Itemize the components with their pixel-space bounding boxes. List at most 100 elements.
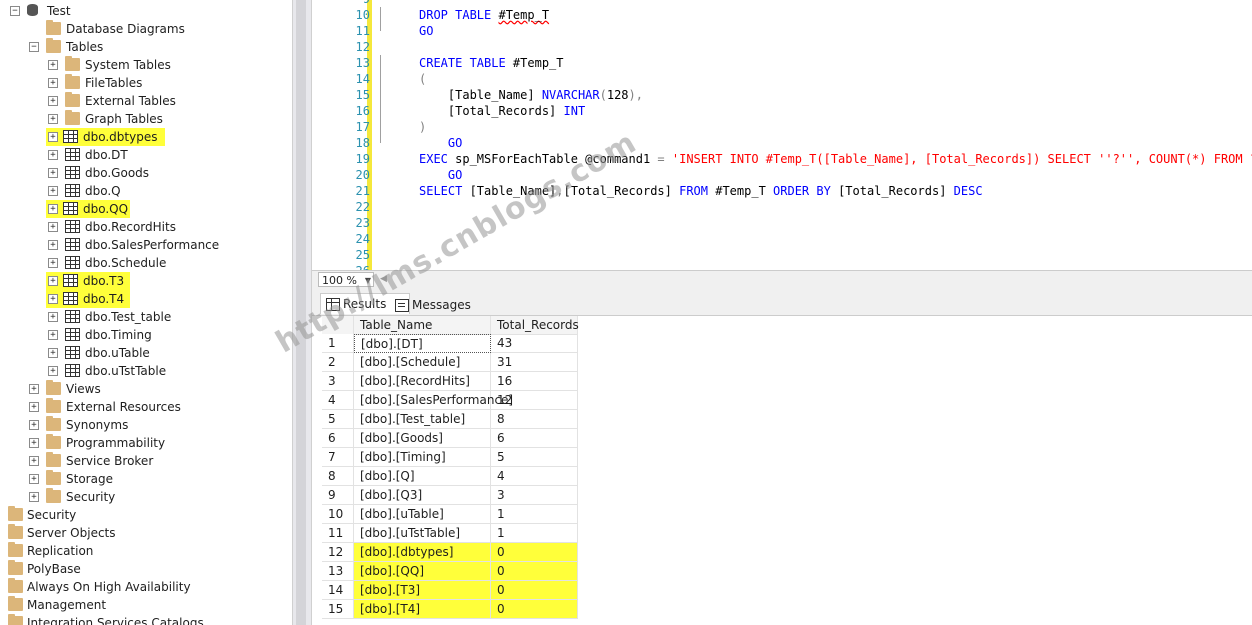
expand-icon[interactable]: +	[48, 78, 58, 88]
cell-table-name[interactable]: [dbo].[T3]	[354, 581, 491, 600]
cell-table-name[interactable]: [dbo].[Goods]	[354, 429, 491, 448]
tree-node-label: Security	[27, 508, 77, 522]
cell-table-name[interactable]: [dbo].[QQ]	[354, 562, 491, 581]
code-token: [Total_Records]	[563, 184, 680, 198]
expand-icon[interactable]: +	[48, 330, 58, 340]
expand-icon[interactable]: +	[48, 348, 58, 358]
cell-table-name[interactable]: [dbo].[Test_table]	[354, 410, 491, 429]
column-header[interactable]: Table_Name	[354, 316, 491, 335]
expand-icon[interactable]: +	[48, 276, 58, 286]
cell-total-records[interactable]: 12	[491, 391, 578, 410]
code-line[interactable]: SELECT [Table_Name],[Total_Records] FROM…	[419, 183, 983, 199]
expand-icon[interactable]: +	[48, 114, 58, 124]
cell-table-name[interactable]: [dbo].[uTable]	[354, 505, 491, 524]
line-number: 10	[355, 8, 370, 22]
tab-messages[interactable]: Messages	[390, 295, 490, 315]
cell-total-records[interactable]: 6	[491, 429, 578, 448]
code-line[interactable]: DROP TABLE #Temp_T	[419, 7, 549, 23]
cell-total-records[interactable]: 1	[491, 505, 578, 524]
database-icon	[27, 4, 38, 16]
cell-table-name[interactable]: [dbo].[T4]	[354, 600, 491, 619]
row-number: 3	[322, 372, 354, 391]
expand-icon[interactable]: +	[48, 222, 58, 232]
expand-icon[interactable]: +	[48, 186, 58, 196]
collapse-icon[interactable]: −	[29, 42, 39, 52]
expand-icon[interactable]: +	[29, 456, 39, 466]
column-header[interactable]: Total_Records	[491, 316, 579, 335]
tree-node[interactable]: + dbo.T4	[46, 290, 130, 308]
cell-table-name[interactable]: [dbo].[Q3]	[354, 486, 491, 505]
code-line[interactable]: (	[419, 71, 426, 87]
code-token: GO	[419, 136, 463, 150]
cell-total-records[interactable]: 8	[491, 410, 578, 429]
scroll-left-icon[interactable]: ◀	[380, 274, 387, 284]
expand-icon[interactable]: +	[48, 96, 58, 106]
expand-icon[interactable]: +	[48, 366, 58, 376]
cell-table-name[interactable]: [dbo].[DT]	[354, 334, 491, 353]
tree-node[interactable]: + dbo.QQ	[46, 200, 130, 218]
cell-total-records[interactable]: 0	[491, 581, 578, 600]
code-line[interactable]: GO	[419, 135, 462, 151]
table-icon	[65, 310, 80, 323]
tree-node-label: dbo.Timing	[85, 328, 152, 342]
cell-total-records[interactable]: 31	[491, 353, 578, 372]
tree-node[interactable]: + dbo.T3	[46, 272, 130, 290]
query-editor[interactable]: 910 DROP TABLE #Temp_T 11 GO 12 13 CREATE TABL…	[312, 0, 1252, 270]
cell-table-name[interactable]: [dbo].[Q]	[354, 467, 491, 486]
code-line[interactable]: CREATE TABLE #Temp_T	[419, 55, 564, 71]
code-line[interactable]: [Table_Name] NVARCHAR(128),	[419, 87, 643, 103]
cell-table-name[interactable]: [dbo].[RecordHits]	[354, 372, 491, 391]
code-token: #Temp_T	[512, 56, 564, 70]
expand-icon[interactable]: +	[48, 258, 58, 268]
expand-icon[interactable]: +	[29, 384, 39, 394]
cell-table-name[interactable]: [dbo].[Timing]	[354, 448, 491, 467]
code-line[interactable]: GO	[419, 167, 462, 183]
code-line[interactable]: EXEC sp_MSForEachTable @command1 = 'INSE…	[419, 151, 1252, 167]
cell-total-records[interactable]: 1	[491, 524, 578, 543]
collapse-icon[interactable]: −	[10, 6, 20, 16]
line-number: 22	[355, 200, 370, 214]
cell-table-name[interactable]: [dbo].[dbtypes]	[354, 543, 491, 562]
cell-table-name[interactable]: [dbo].[uTstTable]	[354, 524, 491, 543]
tree-node[interactable]: + dbo.dbtypes	[46, 128, 165, 146]
expand-icon[interactable]: +	[48, 312, 58, 322]
tree-node-label: dbo.DT	[85, 148, 128, 162]
tree-node-label: Synonyms	[66, 418, 129, 432]
code-token: FROM	[679, 184, 716, 198]
table-icon	[63, 130, 78, 143]
expand-icon[interactable]: +	[48, 132, 58, 142]
zoom-dropdown[interactable]: 100 % ▼	[318, 272, 374, 287]
expand-icon[interactable]: +	[29, 438, 39, 448]
code-token: INT	[563, 104, 586, 118]
code-line[interactable]: )	[419, 119, 426, 135]
expand-icon[interactable]: +	[48, 204, 58, 214]
expand-icon[interactable]: +	[48, 168, 58, 178]
code-line[interactable]: [Total_Records] INT	[419, 103, 585, 119]
cell-total-records[interactable]: 3	[491, 486, 578, 505]
cell-total-records[interactable]: 5	[491, 448, 578, 467]
cell-total-records[interactable]: 16	[491, 372, 578, 391]
folder-icon	[46, 416, 61, 431]
code-line[interactable]: GO	[419, 23, 433, 39]
expand-icon[interactable]: +	[29, 420, 39, 430]
folder-icon	[65, 110, 80, 125]
vertical-scrollbar[interactable]	[292, 0, 312, 625]
cell-total-records[interactable]: 0	[491, 600, 578, 619]
expand-icon[interactable]: +	[29, 402, 39, 412]
expand-icon[interactable]: +	[48, 240, 58, 250]
expand-icon[interactable]: +	[48, 294, 58, 304]
expand-icon[interactable]: +	[29, 492, 39, 502]
expand-icon[interactable]: +	[48, 60, 58, 70]
cell-table-name[interactable]: [dbo].[SalesPerformance]	[354, 391, 513, 410]
code-token: [Table_Name]	[469, 184, 557, 198]
cell-total-records[interactable]: 43	[491, 334, 578, 353]
cell-total-records[interactable]: 0	[491, 562, 578, 581]
cell-total-records[interactable]: 4	[491, 467, 578, 486]
expand-icon[interactable]: +	[29, 474, 39, 484]
cell-total-records[interactable]: 0	[491, 543, 578, 562]
cell-table-name[interactable]: [dbo].[Schedule]	[354, 353, 491, 372]
expand-icon[interactable]: +	[48, 150, 58, 160]
tree-node-label: Integration Services Catalogs	[27, 616, 204, 625]
table-icon	[65, 256, 80, 269]
scrollbar-thumb[interactable]	[296, 0, 306, 625]
